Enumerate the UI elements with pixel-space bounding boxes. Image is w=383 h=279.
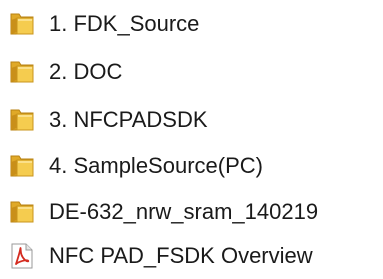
folder-icon bbox=[8, 10, 36, 38]
file-item-label: 3. NFCPADSDK bbox=[49, 107, 208, 132]
file-item-label: 2. DOC bbox=[49, 59, 123, 84]
folder-icon bbox=[8, 106, 36, 134]
file-item-label: NFC PAD_FSDK Overview bbox=[49, 243, 313, 268]
folder-item-fdk-source[interactable]: 1. FDK_Source bbox=[0, 4, 383, 44]
folder-item-nfcpadsdk[interactable]: 3. NFCPADSDK bbox=[0, 100, 383, 140]
file-item-label: 4. SampleSource(PC) bbox=[49, 153, 263, 178]
folder-icon bbox=[8, 198, 36, 226]
folder-icon bbox=[8, 58, 36, 86]
folder-item-de632[interactable]: DE-632_nrw_sram_140219 bbox=[0, 192, 383, 232]
folder-item-doc[interactable]: 2. DOC bbox=[0, 52, 383, 92]
pdf-item-nfc-pad-overview[interactable]: NFC PAD_FSDK Overview bbox=[0, 236, 383, 276]
pdf-file-icon bbox=[8, 242, 36, 270]
file-item-label: 1. FDK_Source bbox=[49, 11, 200, 36]
folder-item-samplesource[interactable]: 4. SampleSource(PC) bbox=[0, 146, 383, 186]
file-list: 1. FDK_Source 2. DOC 3. NFCPADSDK 4. Sam… bbox=[0, 0, 383, 279]
folder-icon bbox=[8, 152, 36, 180]
file-item-label: DE-632_nrw_sram_140219 bbox=[49, 199, 319, 224]
